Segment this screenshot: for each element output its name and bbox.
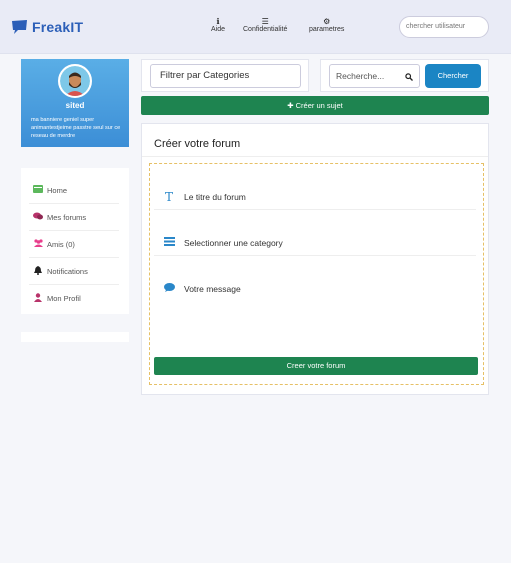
sidebar-item-home[interactable]: Home [29,177,119,204]
nav-help-label: Aide [211,26,226,33]
brand-logo[interactable]: FreakIT [11,19,83,35]
chat-bubble-icon [11,19,28,35]
users-icon [29,239,47,249]
sidebar-item-mes-forums[interactable]: Mes forums [29,204,119,231]
profile-bio: ma banniere geniel super animantestjeime… [31,117,121,139]
nav-settings[interactable]: ⚙ parametres [309,17,344,33]
sidebar-item-label: Mes forums [47,212,87,222]
list-icon: ☰ [261,17,269,26]
sidebar-item-label: Amis (0) [47,239,75,249]
gear-icon: ⚙ [323,17,331,26]
brand-name: FreakIT [32,19,84,35]
create-forum-card: Créer votre forum T Le titre du forum Se… [141,123,489,395]
message-textarea[interactable]: Votre message [154,276,476,302]
profile-name[interactable]: sited [21,101,129,110]
avatar-illustration [60,66,90,96]
sidebar-item-label: Mon Profil [47,294,81,303]
message-placeholder: Votre message [184,284,241,294]
sidebar-menu: Home Mes forums Amis (0) Notifications M… [21,168,129,314]
profile-card: sited ma banniere geniel super animantes… [21,59,129,147]
category-select[interactable]: Selectionner une category [154,230,476,256]
top-navbar: FreakIT ℹ Aide ☰ Confidentialité ⚙ param… [0,0,511,54]
home-icon [29,185,47,195]
sidebar-item-label: Home [47,185,68,195]
search-button[interactable]: Chercher [425,64,481,88]
search-icon[interactable] [405,65,413,90]
search-placeholder: Recherche... [336,71,385,81]
forum-title-field[interactable]: T Le titre du forum [154,184,476,210]
comments-icon [29,212,47,222]
user-search-input[interactable]: chercher utilisateur [399,16,489,38]
sidebar-footer [21,332,129,342]
category-list-icon [154,236,184,249]
category-select-placeholder: Selectionner une category [184,237,283,248]
user-icon [29,293,47,304]
nav-help[interactable]: ℹ Aide [211,17,225,33]
create-topic-button[interactable]: ✚ Créer un sujet [141,96,489,115]
divider [142,156,488,157]
sidebar-item-profil[interactable]: Mon Profil [29,285,119,312]
comment-icon [154,283,184,295]
category-filter-panel: Filtrer par Categories [141,59,309,92]
bell-icon [29,265,47,277]
category-filter-input[interactable]: Filtrer par Categories [150,64,301,88]
avatar[interactable] [58,64,92,98]
create-forum-form: T Le titre du forum Selectionner une cat… [149,163,484,385]
search-panel: Recherche... Chercher [320,59,489,92]
create-forum-heading: Créer votre forum [154,138,241,150]
create-forum-submit-button[interactable]: Creer votre forum [154,357,478,375]
sidebar-item-amis[interactable]: Amis (0) [29,231,119,258]
nav-privacy-label: Confidentialité [243,26,288,33]
forum-title-placeholder: Le titre du forum [184,191,246,202]
sidebar-item-notifications[interactable]: Notifications [29,258,119,285]
nav-privacy[interactable]: ☰ Confidentialité [243,17,287,33]
search-input[interactable]: Recherche... [329,64,420,88]
nav-settings-label: parametres [309,26,345,33]
info-icon: ℹ [216,17,220,26]
sidebar-item-label: Notifications [47,266,88,276]
text-icon: T [164,189,173,204]
